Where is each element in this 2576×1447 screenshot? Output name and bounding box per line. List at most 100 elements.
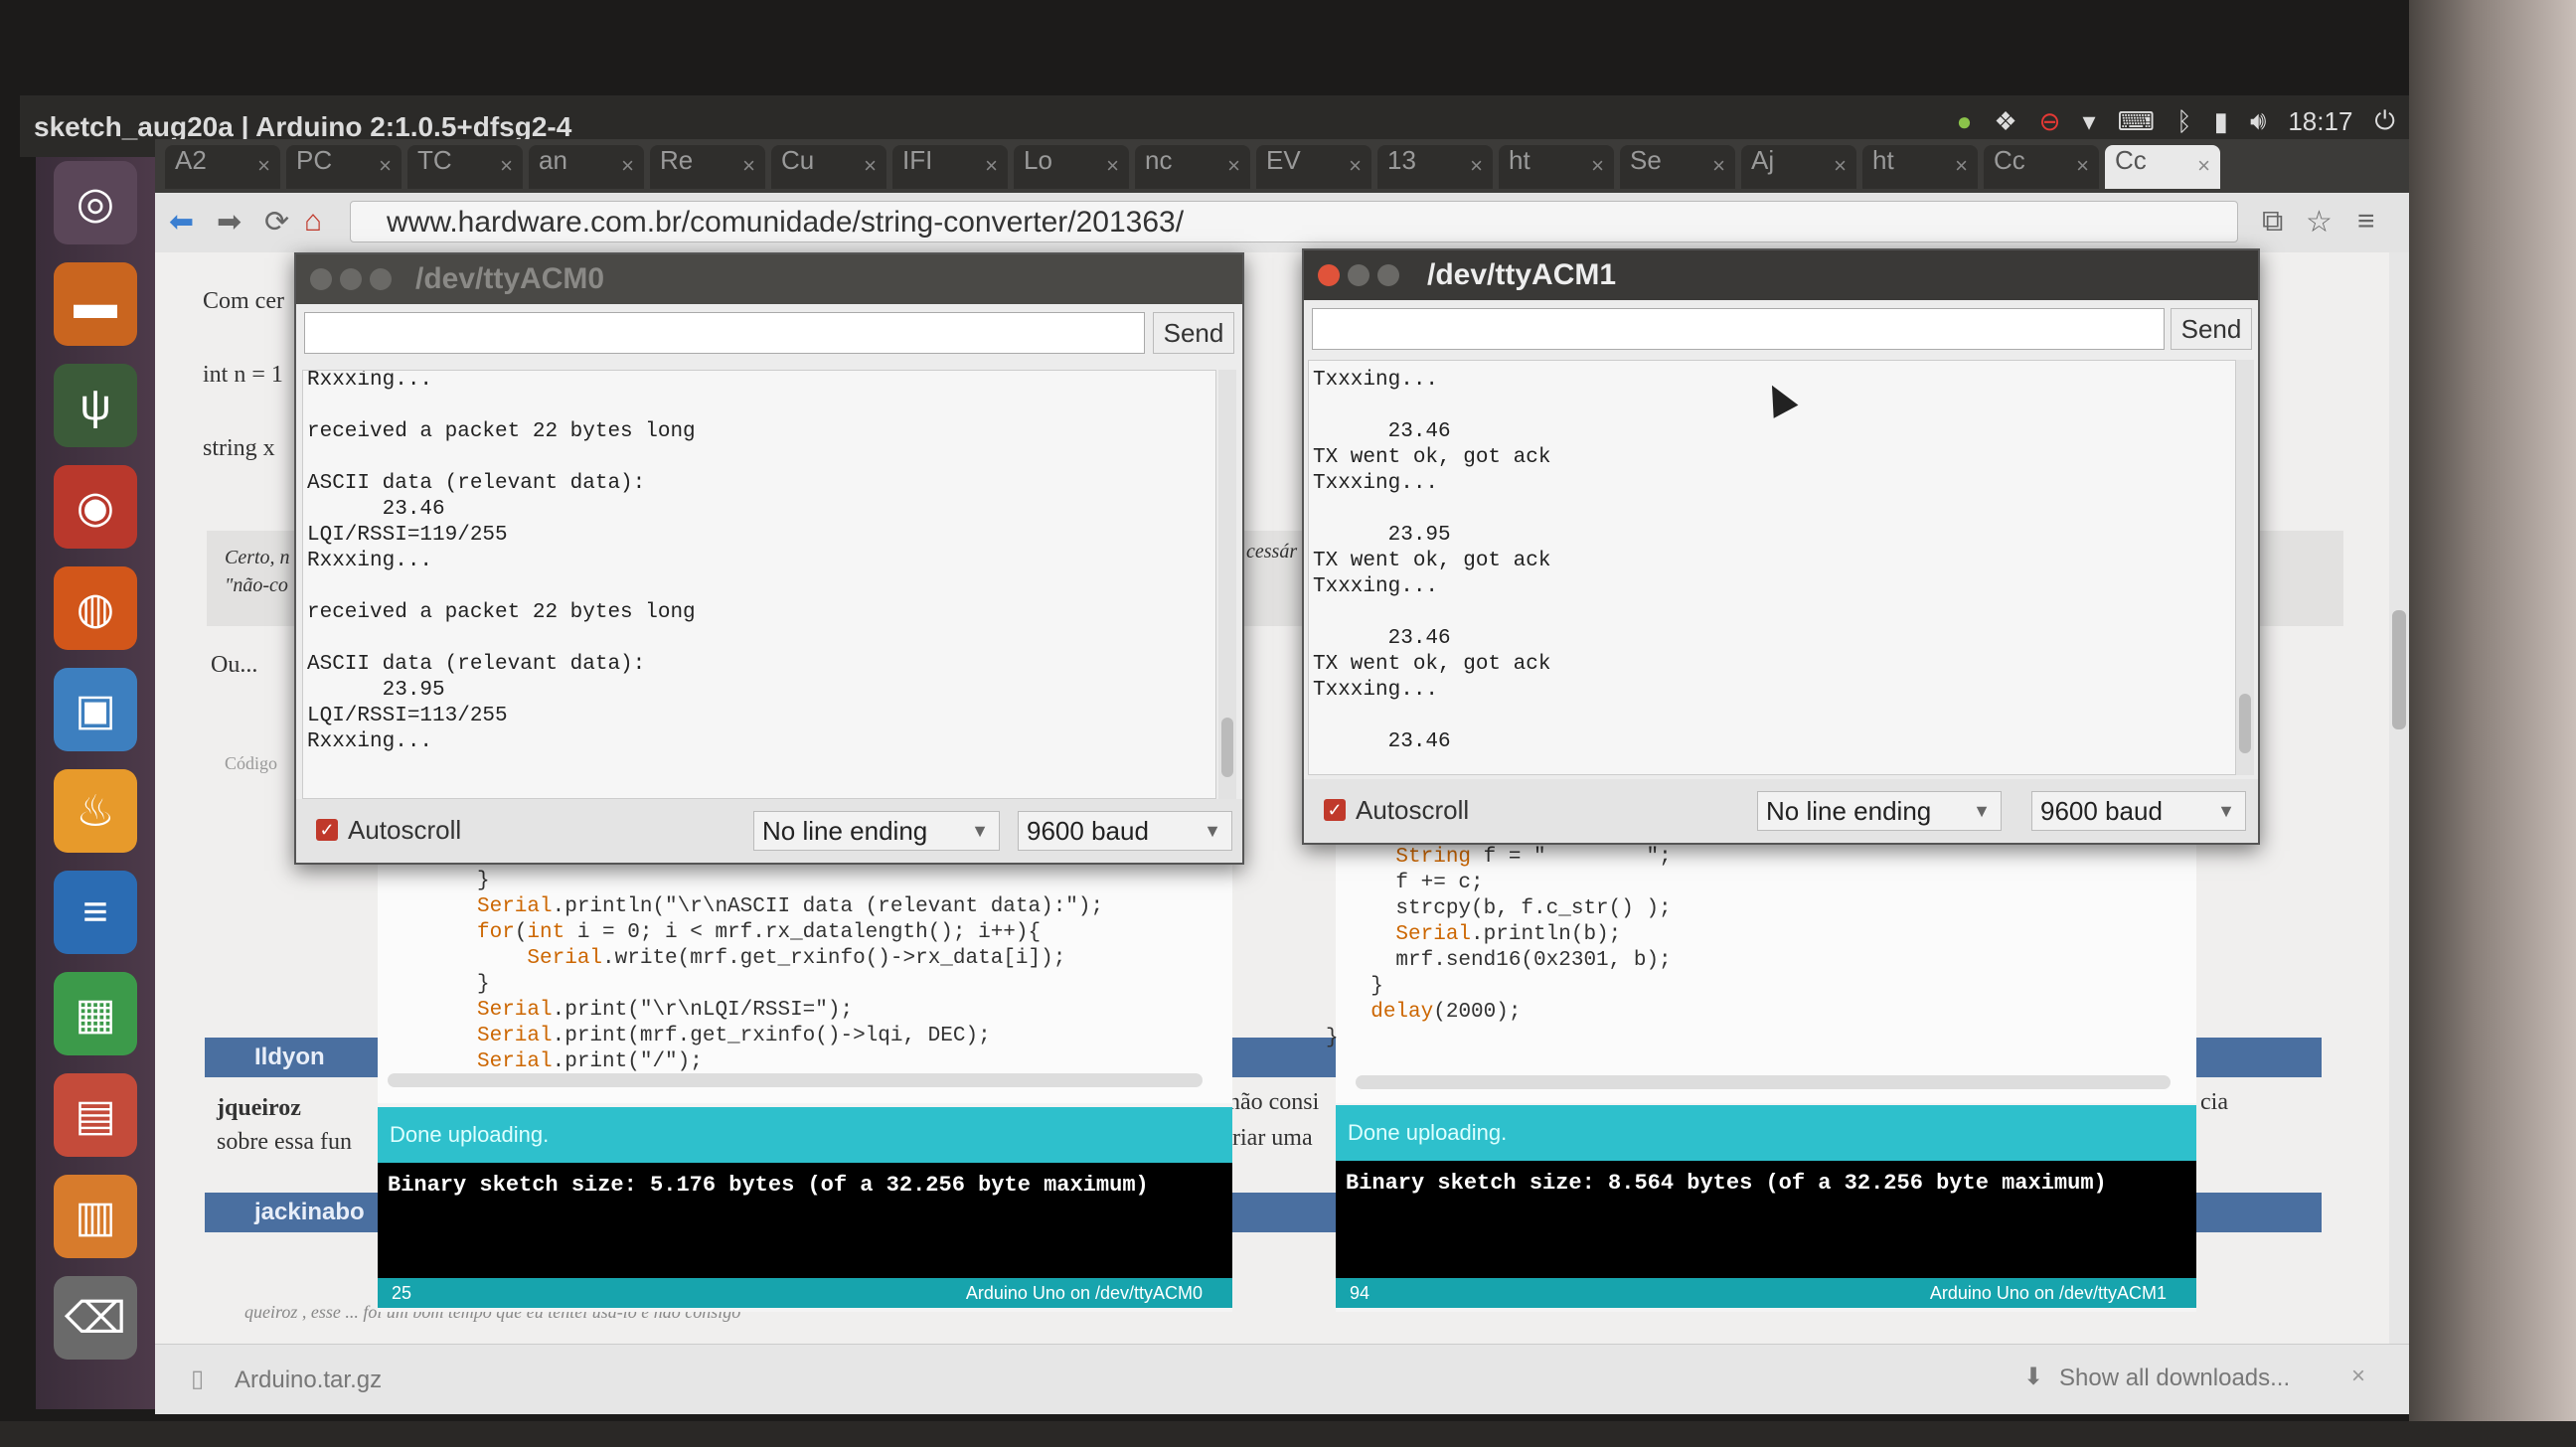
browser-tab[interactable]: PC × (286, 145, 402, 189)
translate-icon[interactable]: ⧉ (2262, 205, 2283, 239)
close-tab-icon[interactable]: × (864, 153, 877, 179)
page-text: Certo, n (225, 547, 290, 568)
baud-rate-select[interactable]: 9600 baud ▼ (1018, 811, 1232, 851)
send-button[interactable]: Send (1153, 312, 1234, 354)
virtualbox-icon[interactable]: ▣ (54, 668, 137, 751)
username[interactable]: jackinabo (254, 1199, 365, 1225)
close-tab-icon[interactable]: × (1349, 153, 1362, 179)
browser-tab[interactable]: Cu × (771, 145, 886, 189)
serial-output[interactable]: Rxxxing... received a packet 22 bytes lo… (302, 370, 1216, 799)
close-tab-icon[interactable]: × (1834, 153, 1847, 179)
close-tab-icon[interactable]: × (1955, 153, 1968, 179)
download-item[interactable]: Arduino.tar.gz (235, 1367, 382, 1394)
dropbox-icon[interactable]: ❖ (1994, 106, 2016, 137)
horizontal-scrollbar[interactable] (388, 1073, 1203, 1087)
horizontal-scrollbar[interactable] (1356, 1075, 2171, 1089)
volume-icon[interactable]: 🔊︎ (2250, 105, 2266, 137)
serial-output[interactable]: Txxxing... 23.46 TX went ok, got ack Txx… (1308, 360, 2236, 775)
close-tab-icon[interactable]: × (742, 153, 755, 179)
spotify-icon[interactable]: ● (1957, 106, 1973, 137)
dash-icon[interactable]: ◎ (54, 161, 137, 244)
forward-icon[interactable]: ➡ (217, 205, 242, 240)
maximize-window-icon[interactable] (1377, 264, 1399, 286)
maximize-window-icon[interactable] (370, 268, 392, 290)
wifi-icon[interactable]: ▾ (2082, 106, 2095, 137)
close-tab-icon[interactable]: × (1227, 153, 1240, 179)
close-tab-icon[interactable]: × (2197, 153, 2210, 179)
autoscroll-checkbox[interactable]: ✓ (1324, 799, 1346, 821)
power-icon[interactable]: ⏻ (2374, 105, 2395, 137)
close-tab-icon[interactable]: × (2076, 153, 2089, 179)
serial-monitor-acm0: /dev/ttyACM0 Send Rxxxing... received a … (294, 252, 1244, 865)
serial-input[interactable] (304, 312, 1145, 354)
username[interactable]: Ildyon (254, 1044, 325, 1070)
writer-icon[interactable]: ≡ (54, 871, 137, 954)
browser-tab[interactable]: Lo × (1014, 145, 1129, 189)
address-bar[interactable]: www.hardware.com.br/comunidade/string-co… (350, 201, 2238, 242)
browser-tab[interactable]: an × (529, 145, 644, 189)
browser-tab[interactable]: Aj × (1741, 145, 1856, 189)
close-tab-icon[interactable]: × (500, 153, 513, 179)
files-icon[interactable]: ▬ (54, 262, 137, 346)
impress-icon[interactable]: ▤ (54, 1073, 137, 1157)
browser-tab[interactable]: A2 × (165, 145, 280, 189)
keyboard-icon[interactable]: ⌨ (2118, 106, 2156, 137)
line-ending-select[interactable]: No line ending ▼ (1757, 791, 2002, 831)
browser-tab[interactable]: TC × (407, 145, 523, 189)
browser-tab[interactable]: 13 × (1377, 145, 1493, 189)
home-icon[interactable]: ⌂ (304, 205, 322, 239)
close-tab-icon[interactable]: × (1712, 153, 1725, 179)
software-center-icon[interactable]: ▥ (54, 1175, 137, 1258)
close-tab-icon[interactable]: × (257, 153, 270, 179)
send-button[interactable]: Send (2171, 308, 2252, 350)
reload-icon[interactable]: ⟳ (264, 205, 289, 240)
autoscroll-checkbox[interactable]: ✓ (316, 819, 338, 841)
browser-tab[interactable]: ht × (1862, 145, 1978, 189)
bluetooth-icon[interactable]: ᛒ (2176, 106, 2192, 137)
show-all-downloads-link[interactable]: Show all downloads... (2059, 1365, 2290, 1392)
output-line: Rxxxing... (307, 370, 433, 392)
clock[interactable]: 18:17 (2288, 106, 2352, 137)
back-icon[interactable]: ⬅ (169, 205, 194, 240)
calc-icon[interactable]: ▦ (54, 972, 137, 1055)
line-ending-select[interactable]: No line ending ▼ (753, 811, 1000, 851)
bookmark-star-icon[interactable]: ☆ (2306, 205, 2333, 240)
network-icon[interactable]: ψ (54, 364, 137, 447)
browser-tab-active[interactable]: Cc × (2105, 145, 2220, 189)
close-icon[interactable]: × (2351, 1363, 2365, 1390)
close-tab-icon[interactable]: × (985, 153, 998, 179)
minimize-window-icon[interactable] (340, 268, 362, 290)
trash-icon[interactable]: ⌫ (54, 1276, 137, 1360)
genie-icon[interactable]: ♨ (54, 769, 137, 853)
chrome-icon[interactable]: ◉ (54, 465, 137, 549)
browser-tab[interactable]: Se × (1620, 145, 1735, 189)
firefox-icon[interactable]: ◍ (54, 566, 137, 650)
vertical-scrollbar[interactable] (1218, 370, 1236, 799)
close-window-icon[interactable] (310, 268, 332, 290)
code-editor[interactable]: } Serial.println("\r\nASCII data (releva… (378, 845, 1232, 1103)
browser-tab[interactable]: IFI × (892, 145, 1008, 189)
output-line: received a packet 22 bytes long (307, 420, 696, 443)
browser-tab[interactable]: Cc × (1984, 145, 2099, 189)
minimize-window-icon[interactable] (1348, 264, 1369, 286)
stop-icon[interactable]: ⊖ (2039, 106, 2061, 137)
browser-tab[interactable]: EV × (1256, 145, 1371, 189)
close-tab-icon[interactable]: × (1470, 153, 1483, 179)
close-tab-icon[interactable]: × (1106, 153, 1119, 179)
page-scrollbar[interactable] (2389, 252, 2409, 1346)
serial-input[interactable] (1312, 308, 2165, 350)
browser-tab[interactable]: Re × (650, 145, 765, 189)
code-editor[interactable]: String f = " "; f += c; strcpy(b, f.c_st… (1326, 841, 2196, 1103)
close-window-icon[interactable] (1318, 264, 1340, 286)
browser-tab[interactable]: nc × (1135, 145, 1250, 189)
battery-icon[interactable]: ▮ (2214, 106, 2228, 137)
baud-rate-select[interactable]: 9600 baud ▼ (2031, 791, 2246, 831)
vertical-scrollbar[interactable] (2236, 360, 2254, 775)
close-tab-icon[interactable]: × (1591, 153, 1604, 179)
window-titlebar: /dev/ttyACM0 (296, 254, 1242, 304)
ide-status-bar: Done uploading. (1336, 1105, 2196, 1161)
browser-tab[interactable]: ht × (1499, 145, 1614, 189)
close-tab-icon[interactable]: × (621, 153, 634, 179)
menu-icon[interactable]: ≡ (2357, 205, 2375, 239)
close-tab-icon[interactable]: × (379, 153, 392, 179)
